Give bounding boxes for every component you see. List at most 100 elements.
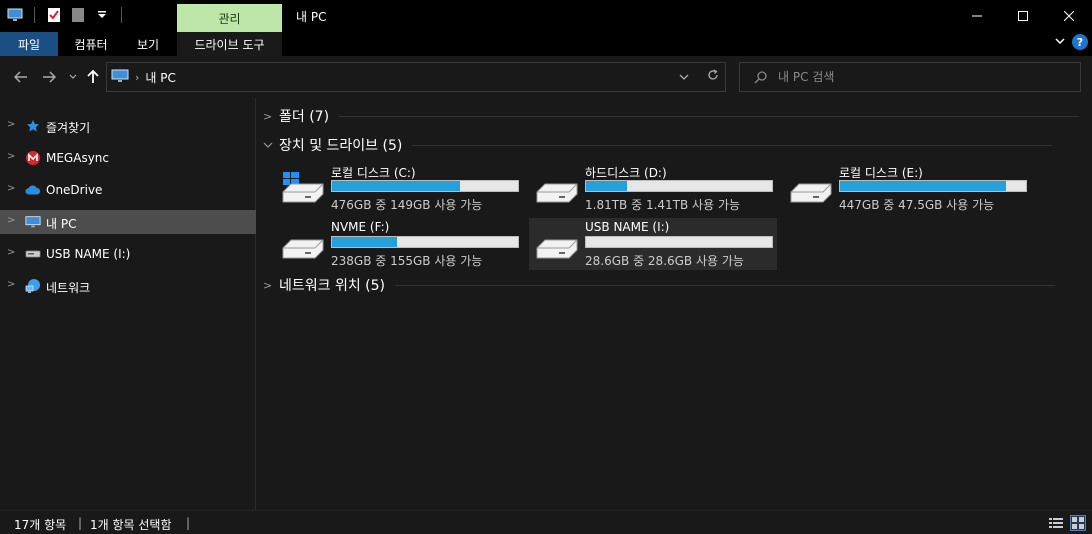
hard-drive-icon (279, 172, 327, 206)
sidebar-item-megasync[interactable]: > MEGAsync (0, 146, 256, 170)
chevron-down-icon[interactable] (263, 139, 277, 152)
group-title: 폴더 (7) (279, 109, 330, 125)
minimize-button[interactable] (954, 0, 1000, 32)
title-bar: 관리 내 PC (0, 0, 1092, 32)
chevron-right-icon[interactable]: > (7, 215, 15, 226)
group-folders[interactable]: > 폴더 (7) (263, 105, 1080, 127)
chevron-right-icon[interactable]: > (7, 119, 15, 130)
chevron-down-icon (69, 74, 77, 79)
status-divider: | (186, 516, 191, 530)
sidebar-item-label: MEGAsync (46, 151, 109, 165)
usb-drive-icon (25, 246, 41, 262)
drive-usage-bar (839, 180, 1027, 192)
manage-context-tab[interactable]: 관리 (177, 4, 282, 32)
group-divider (412, 144, 1053, 146)
window-title: 내 PC (296, 10, 327, 24)
drive-usage-fill (332, 181, 461, 191)
breadcrumb-chevron-icon[interactable]: › (135, 71, 139, 84)
computer-icon[interactable] (6, 6, 24, 24)
tab-file[interactable]: 파일 (0, 32, 58, 56)
status-bar: 17개 항목 | 1개 항목 선택함 | (0, 510, 1092, 534)
drive-usage-bar (331, 180, 519, 192)
computer-icon (111, 69, 129, 86)
maximize-button[interactable] (1000, 0, 1046, 32)
drive-free-space: 476GB 중 149GB 사용 가능 (331, 198, 483, 212)
chevron-right-icon[interactable]: > (263, 279, 277, 292)
address-bar[interactable]: › 내 PC (106, 62, 726, 92)
maximize-icon (1018, 11, 1028, 21)
sidebar-item-label: 네트워크 (46, 281, 91, 295)
arrow-right-icon (43, 71, 56, 83)
tab-drive-tools[interactable]: 드라이브 도구 (177, 32, 282, 56)
up-button[interactable] (84, 68, 102, 86)
drive-item[interactable]: NVME (F:) 238GB 중 155GB 사용 가능 (275, 218, 523, 270)
breadcrumb-this-pc[interactable]: 내 PC (145, 69, 175, 86)
chevron-down-icon (679, 74, 689, 80)
new-folder-icon[interactable] (69, 6, 87, 24)
drive-free-space: 238GB 중 155GB 사용 가능 (331, 254, 483, 268)
close-button[interactable] (1046, 0, 1092, 32)
tiles-view-icon (1072, 517, 1084, 529)
chevron-right-icon[interactable]: > (263, 110, 277, 123)
drive-name: 로컬 디스크 (E:) (839, 166, 923, 180)
chevron-right-icon[interactable]: > (7, 247, 15, 258)
tab-computer[interactable]: 컴퓨터 (60, 32, 122, 56)
windows-logo-icon (283, 172, 299, 185)
sidebar-item-network[interactable]: > 네트워크 (0, 274, 256, 298)
tiles-view-button[interactable] (1070, 515, 1086, 531)
customize-qat-icon[interactable] (93, 6, 111, 24)
group-devices-drives[interactable]: 장치 및 드라이브 (5) (263, 134, 1053, 156)
sidebar-item-label: USB NAME (I:) (46, 247, 131, 261)
drive-item[interactable]: 로컬 디스크 (E:) 447GB 중 47.5GB 사용 가능 (783, 162, 1031, 214)
group-network-locations[interactable]: > 네트워크 위치 (5) (263, 274, 1056, 296)
drive-item[interactable]: 로컬 디스크 (C:) 476GB 중 149GB 사용 가능 (275, 162, 523, 214)
sidebar-item-quick-access[interactable]: > 즐겨찾기 (0, 114, 256, 138)
group-title: 네트워크 위치 (5) (279, 278, 386, 294)
sidebar-item-usb-drive[interactable]: > USB NAME (I:) (0, 242, 256, 266)
quick-access-toolbar (6, 6, 126, 24)
back-button[interactable] (12, 68, 30, 86)
drive-free-space: 1.81TB 중 1.41TB 사용 가능 (585, 198, 741, 212)
address-bar-controls (679, 69, 719, 84)
drive-usage-fill (332, 237, 398, 247)
chevron-right-icon[interactable]: > (7, 279, 15, 290)
chevron-right-icon[interactable]: > (7, 183, 15, 194)
arrow-left-icon (14, 71, 27, 83)
expand-ribbon-button[interactable] (1054, 35, 1066, 50)
sidebar-item-label: OneDrive (46, 183, 103, 197)
close-icon (1064, 11, 1074, 21)
details-view-button[interactable] (1048, 515, 1064, 531)
star-icon (25, 118, 41, 134)
divider (34, 7, 35, 23)
sidebar-item-label: 즐겨찾기 (46, 121, 91, 135)
group-divider (339, 115, 1080, 117)
chevron-down-icon (1055, 37, 1065, 44)
status-selected-count: 1개 항목 선택함 (90, 518, 172, 532)
sidebar-item-this-pc[interactable]: > 내 PC (0, 210, 256, 234)
window-controls (954, 0, 1092, 32)
arrow-up-icon (87, 70, 99, 83)
address-history-button[interactable] (679, 70, 689, 84)
drive-usage-bar (585, 180, 773, 192)
divider (121, 7, 122, 23)
drive-usage-bar (585, 236, 773, 248)
forward-button[interactable] (40, 68, 58, 86)
refresh-button[interactable] (707, 69, 719, 84)
status-item-count: 17개 항목 (14, 518, 67, 532)
recent-locations-button[interactable] (64, 68, 82, 86)
drive-name: USB NAME (I:) (585, 220, 670, 234)
drive-item[interactable]: 하드디스크 (D:) 1.81TB 중 1.41TB 사용 가능 (529, 162, 777, 214)
drive-item[interactable]: USB NAME (I:) 28.6GB 중 28.6GB 사용 가능 (529, 218, 777, 270)
chevron-right-icon[interactable]: > (7, 151, 15, 162)
status-divider: | (78, 516, 83, 530)
search-box (739, 62, 1081, 92)
search-input[interactable] (778, 70, 1058, 84)
help-button[interactable]: ? (1072, 34, 1088, 50)
hard-drive-icon (279, 228, 327, 262)
sidebar-item-label: 내 PC (46, 217, 77, 231)
sidebar-item-onedrive[interactable]: > OneDrive (0, 178, 256, 202)
network-icon (25, 278, 41, 294)
tab-view[interactable]: 보기 (122, 32, 174, 56)
drive-free-space: 28.6GB 중 28.6GB 사용 가능 (585, 254, 744, 268)
properties-icon[interactable] (45, 6, 63, 24)
